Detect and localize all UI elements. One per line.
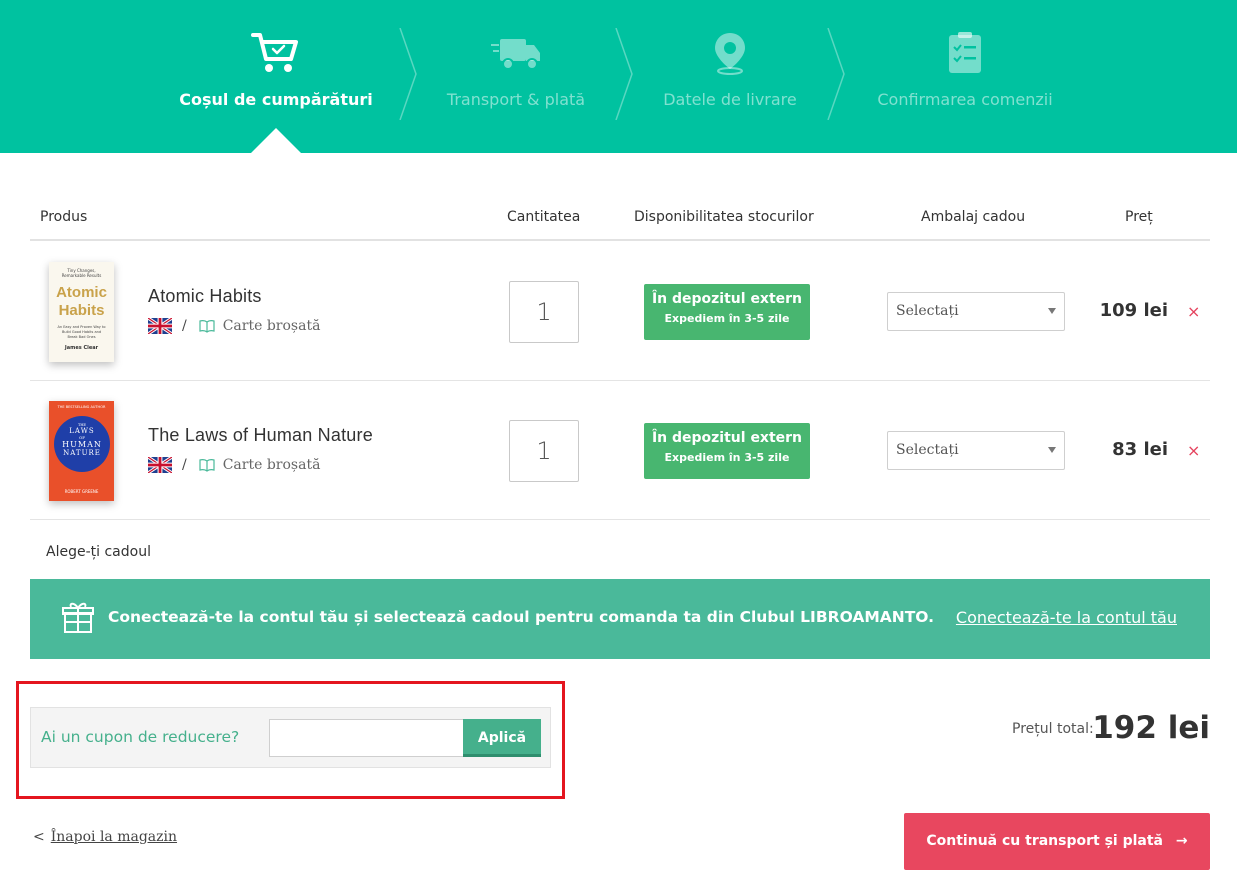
step-label: Coșul de cumpărături bbox=[179, 90, 373, 109]
step-separator bbox=[399, 28, 417, 120]
stock-shipping: Expediem în 3-5 zile bbox=[664, 312, 790, 325]
book-cover-atomic-habits[interactable]: Tiny Changes, Remarkable Results Atomic … bbox=[49, 262, 114, 362]
header-price: Preț bbox=[1125, 209, 1153, 225]
gift-wrap-select[interactable]: Selectați bbox=[887, 431, 1065, 470]
product-price: 83 lei bbox=[1112, 439, 1168, 460]
stock-shipping: Expediem în 3-5 zile bbox=[664, 451, 790, 464]
quantity-input[interactable]: 1 bbox=[509, 281, 579, 343]
step-label: Transport & plată bbox=[446, 90, 586, 109]
stock-status: În depozitul extern bbox=[651, 291, 803, 307]
meta-separator: / bbox=[182, 318, 187, 334]
cover-tagline: THE BESTSELLING AUTHOR bbox=[57, 405, 106, 409]
step-label: Datele de livrare bbox=[663, 90, 797, 109]
remove-item-button[interactable]: × bbox=[1187, 302, 1200, 321]
total-label: Prețul total: bbox=[1012, 721, 1094, 737]
gift-banner-text: Conectează-te la contul tău și selecteaz… bbox=[108, 608, 935, 626]
coupon-box: Ai un cupon de reducere? Aplică bbox=[30, 707, 551, 768]
remove-item-button[interactable]: × bbox=[1187, 441, 1200, 460]
cover-title-line: HUMAN bbox=[62, 440, 102, 449]
open-book-icon bbox=[199, 320, 215, 333]
coupon-label: Ai un cupon de reducere? bbox=[41, 728, 240, 746]
stock-badge: În depozitul extern Expediem în 3-5 zile bbox=[644, 284, 810, 340]
uk-flag-icon bbox=[148, 318, 172, 334]
gift-wrap-value: Selectați bbox=[896, 303, 959, 319]
header-product: Produs bbox=[40, 209, 88, 225]
cart-icon bbox=[250, 30, 302, 76]
cover-author: ROBERT GREENE bbox=[64, 489, 99, 494]
product-title[interactable]: The Laws of Human Nature bbox=[148, 425, 373, 446]
product-meta: / Carte broșată bbox=[148, 317, 320, 335]
coupon-input[interactable] bbox=[269, 719, 463, 757]
header-quantity: Cantitatea bbox=[507, 209, 581, 225]
cover-emblem: THE LAWS OF HUMAN NATURE bbox=[54, 416, 110, 472]
location-pin-icon bbox=[704, 30, 756, 76]
product-format: Carte broșată bbox=[222, 318, 321, 334]
truck-icon bbox=[490, 30, 542, 76]
total-value: 192 lei bbox=[1092, 710, 1210, 746]
product-price: 109 lei bbox=[1099, 300, 1168, 321]
meta-separator: / bbox=[182, 457, 187, 473]
book-cover-laws-of-human-nature[interactable]: THE BESTSELLING AUTHOR THE LAWS OF HUMAN… bbox=[49, 401, 114, 501]
chevron-left-icon: < bbox=[33, 829, 45, 845]
stock-badge: În depozitul extern Expediem în 3-5 zile bbox=[644, 423, 810, 479]
header-stock: Disponibilitatea stocurilor bbox=[634, 209, 814, 225]
product-meta: / Carte broșată bbox=[148, 456, 320, 474]
gift-banner: Conectează-te la contul tău și selecteaz… bbox=[30, 579, 1210, 659]
cover-tagline: Tiny Changes, Remarkable Results bbox=[61, 268, 102, 278]
gift-section-title: Alege-ți cadoul bbox=[46, 544, 151, 560]
back-link-label: Înapoi la magazin bbox=[50, 829, 178, 845]
stock-status: În depozitul extern bbox=[651, 430, 803, 446]
step-transport[interactable]: Transport & plată bbox=[416, 0, 616, 153]
cover-title-line: Atomic bbox=[56, 284, 107, 301]
step-label: Confirmarea comenzii bbox=[877, 90, 1053, 109]
cover-title-line: NATURE bbox=[63, 449, 101, 457]
step-separator bbox=[827, 28, 845, 120]
chevron-down-icon bbox=[1048, 447, 1056, 453]
quantity-input[interactable]: 1 bbox=[509, 420, 579, 482]
cover-subtitle: An Easy and Proven Way to Build Good Hab… bbox=[57, 325, 106, 339]
active-step-indicator bbox=[251, 128, 301, 153]
chevron-down-icon bbox=[1048, 308, 1056, 314]
cover-title-line: LAWS bbox=[69, 427, 95, 435]
checklist-icon bbox=[939, 30, 991, 76]
gift-wrap-select[interactable]: Selectați bbox=[887, 292, 1065, 331]
checkout-steps: Coșul de cumpărături Transport & plată D… bbox=[0, 0, 1237, 153]
arrow-right-icon: → bbox=[1175, 833, 1188, 849]
cart-row: THE BESTSELLING AUTHOR THE LAWS OF HUMAN… bbox=[30, 381, 1210, 520]
cart-row: Tiny Changes, Remarkable Results Atomic … bbox=[30, 242, 1210, 381]
uk-flag-icon bbox=[148, 457, 172, 473]
open-book-icon bbox=[199, 459, 215, 472]
product-title[interactable]: Atomic Habits bbox=[148, 286, 262, 307]
gift-icon bbox=[62, 602, 94, 633]
cover-title-line: Habits bbox=[58, 302, 105, 319]
back-to-shop-link[interactable]: < Înapoi la magazin bbox=[33, 829, 177, 845]
cart-table-header: Produs Cantitatea Disponibilitatea stocu… bbox=[30, 195, 1210, 241]
product-format: Carte broșată bbox=[222, 457, 321, 473]
apply-coupon-button[interactable]: Aplică bbox=[463, 719, 541, 757]
cover-author: James Clear bbox=[64, 345, 99, 351]
gift-wrap-value: Selectați bbox=[896, 442, 959, 458]
header-gift-wrap: Ambalaj cadou bbox=[921, 209, 1026, 225]
continue-label: Continuă cu transport și plată bbox=[926, 833, 1163, 849]
login-link[interactable]: Conectează-te la contul tău bbox=[956, 608, 1177, 627]
step-confirmation[interactable]: Confirmarea comenzii bbox=[860, 0, 1070, 153]
step-delivery[interactable]: Datele de livrare bbox=[630, 0, 830, 153]
continue-button[interactable]: Continuă cu transport și plată → bbox=[904, 813, 1210, 870]
